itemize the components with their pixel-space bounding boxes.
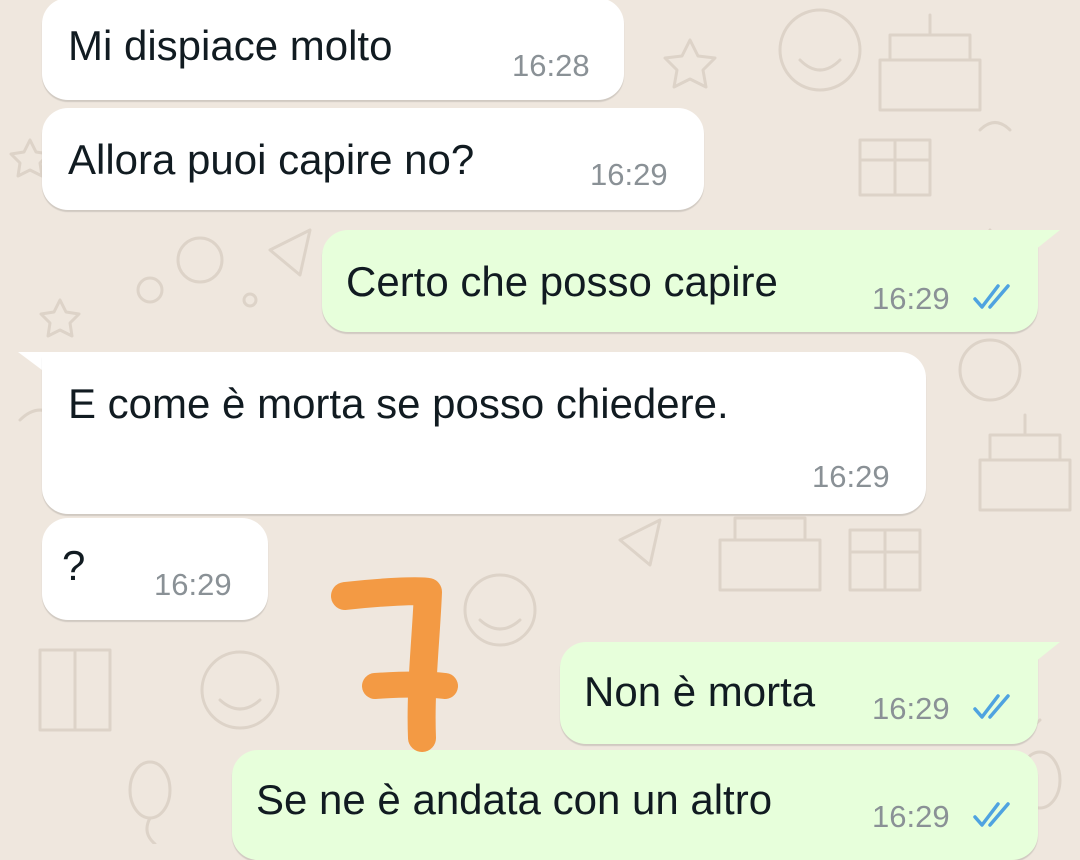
message-timestamp: 16:29 xyxy=(872,281,950,316)
message-text: Certo che posso capire xyxy=(346,258,778,305)
message-bubble-outgoing[interactable]: Non è morta 16:29 xyxy=(560,642,1038,744)
message-timestamp: 16:29 xyxy=(872,799,950,834)
message-bubble-incoming[interactable]: ? 16:29 xyxy=(42,518,268,620)
read-double-check-icon xyxy=(973,284,1010,309)
read-double-check-icon xyxy=(973,694,1010,719)
message-timestamp: 16:29 xyxy=(154,567,232,602)
message-timestamp: 16:29 xyxy=(872,691,950,726)
message-bubble-incoming[interactable]: Allora puoi capire no? 16:29 xyxy=(42,108,704,210)
message-text: Allora puoi capire no? xyxy=(68,136,475,183)
message-text: Se ne è andata con un altro xyxy=(256,776,773,823)
message-timestamp: 16:29 xyxy=(812,459,890,494)
message-text: Mi dispiace molto xyxy=(68,22,393,69)
message-text: E come è morta se posso chiedere. xyxy=(68,380,729,427)
message-bubble-outgoing[interactable]: Certo che posso capire 16:29 xyxy=(322,230,1038,332)
message-bubble-incoming[interactable]: Mi dispiace molto 16:28 xyxy=(42,0,624,100)
message-timestamp: 16:28 xyxy=(512,48,590,83)
message-bubble-incoming[interactable]: E come è morta se posso chiedere. 16:29 xyxy=(42,352,926,514)
message-timestamp: 16:29 xyxy=(590,157,668,192)
hand-drawn-seven-mark xyxy=(331,577,458,752)
read-double-check-icon xyxy=(973,802,1010,827)
bubble-tail xyxy=(1030,642,1060,666)
message-text: Non è morta xyxy=(584,668,816,715)
message-text: ? xyxy=(62,542,86,589)
bubble-tail xyxy=(1030,230,1060,254)
